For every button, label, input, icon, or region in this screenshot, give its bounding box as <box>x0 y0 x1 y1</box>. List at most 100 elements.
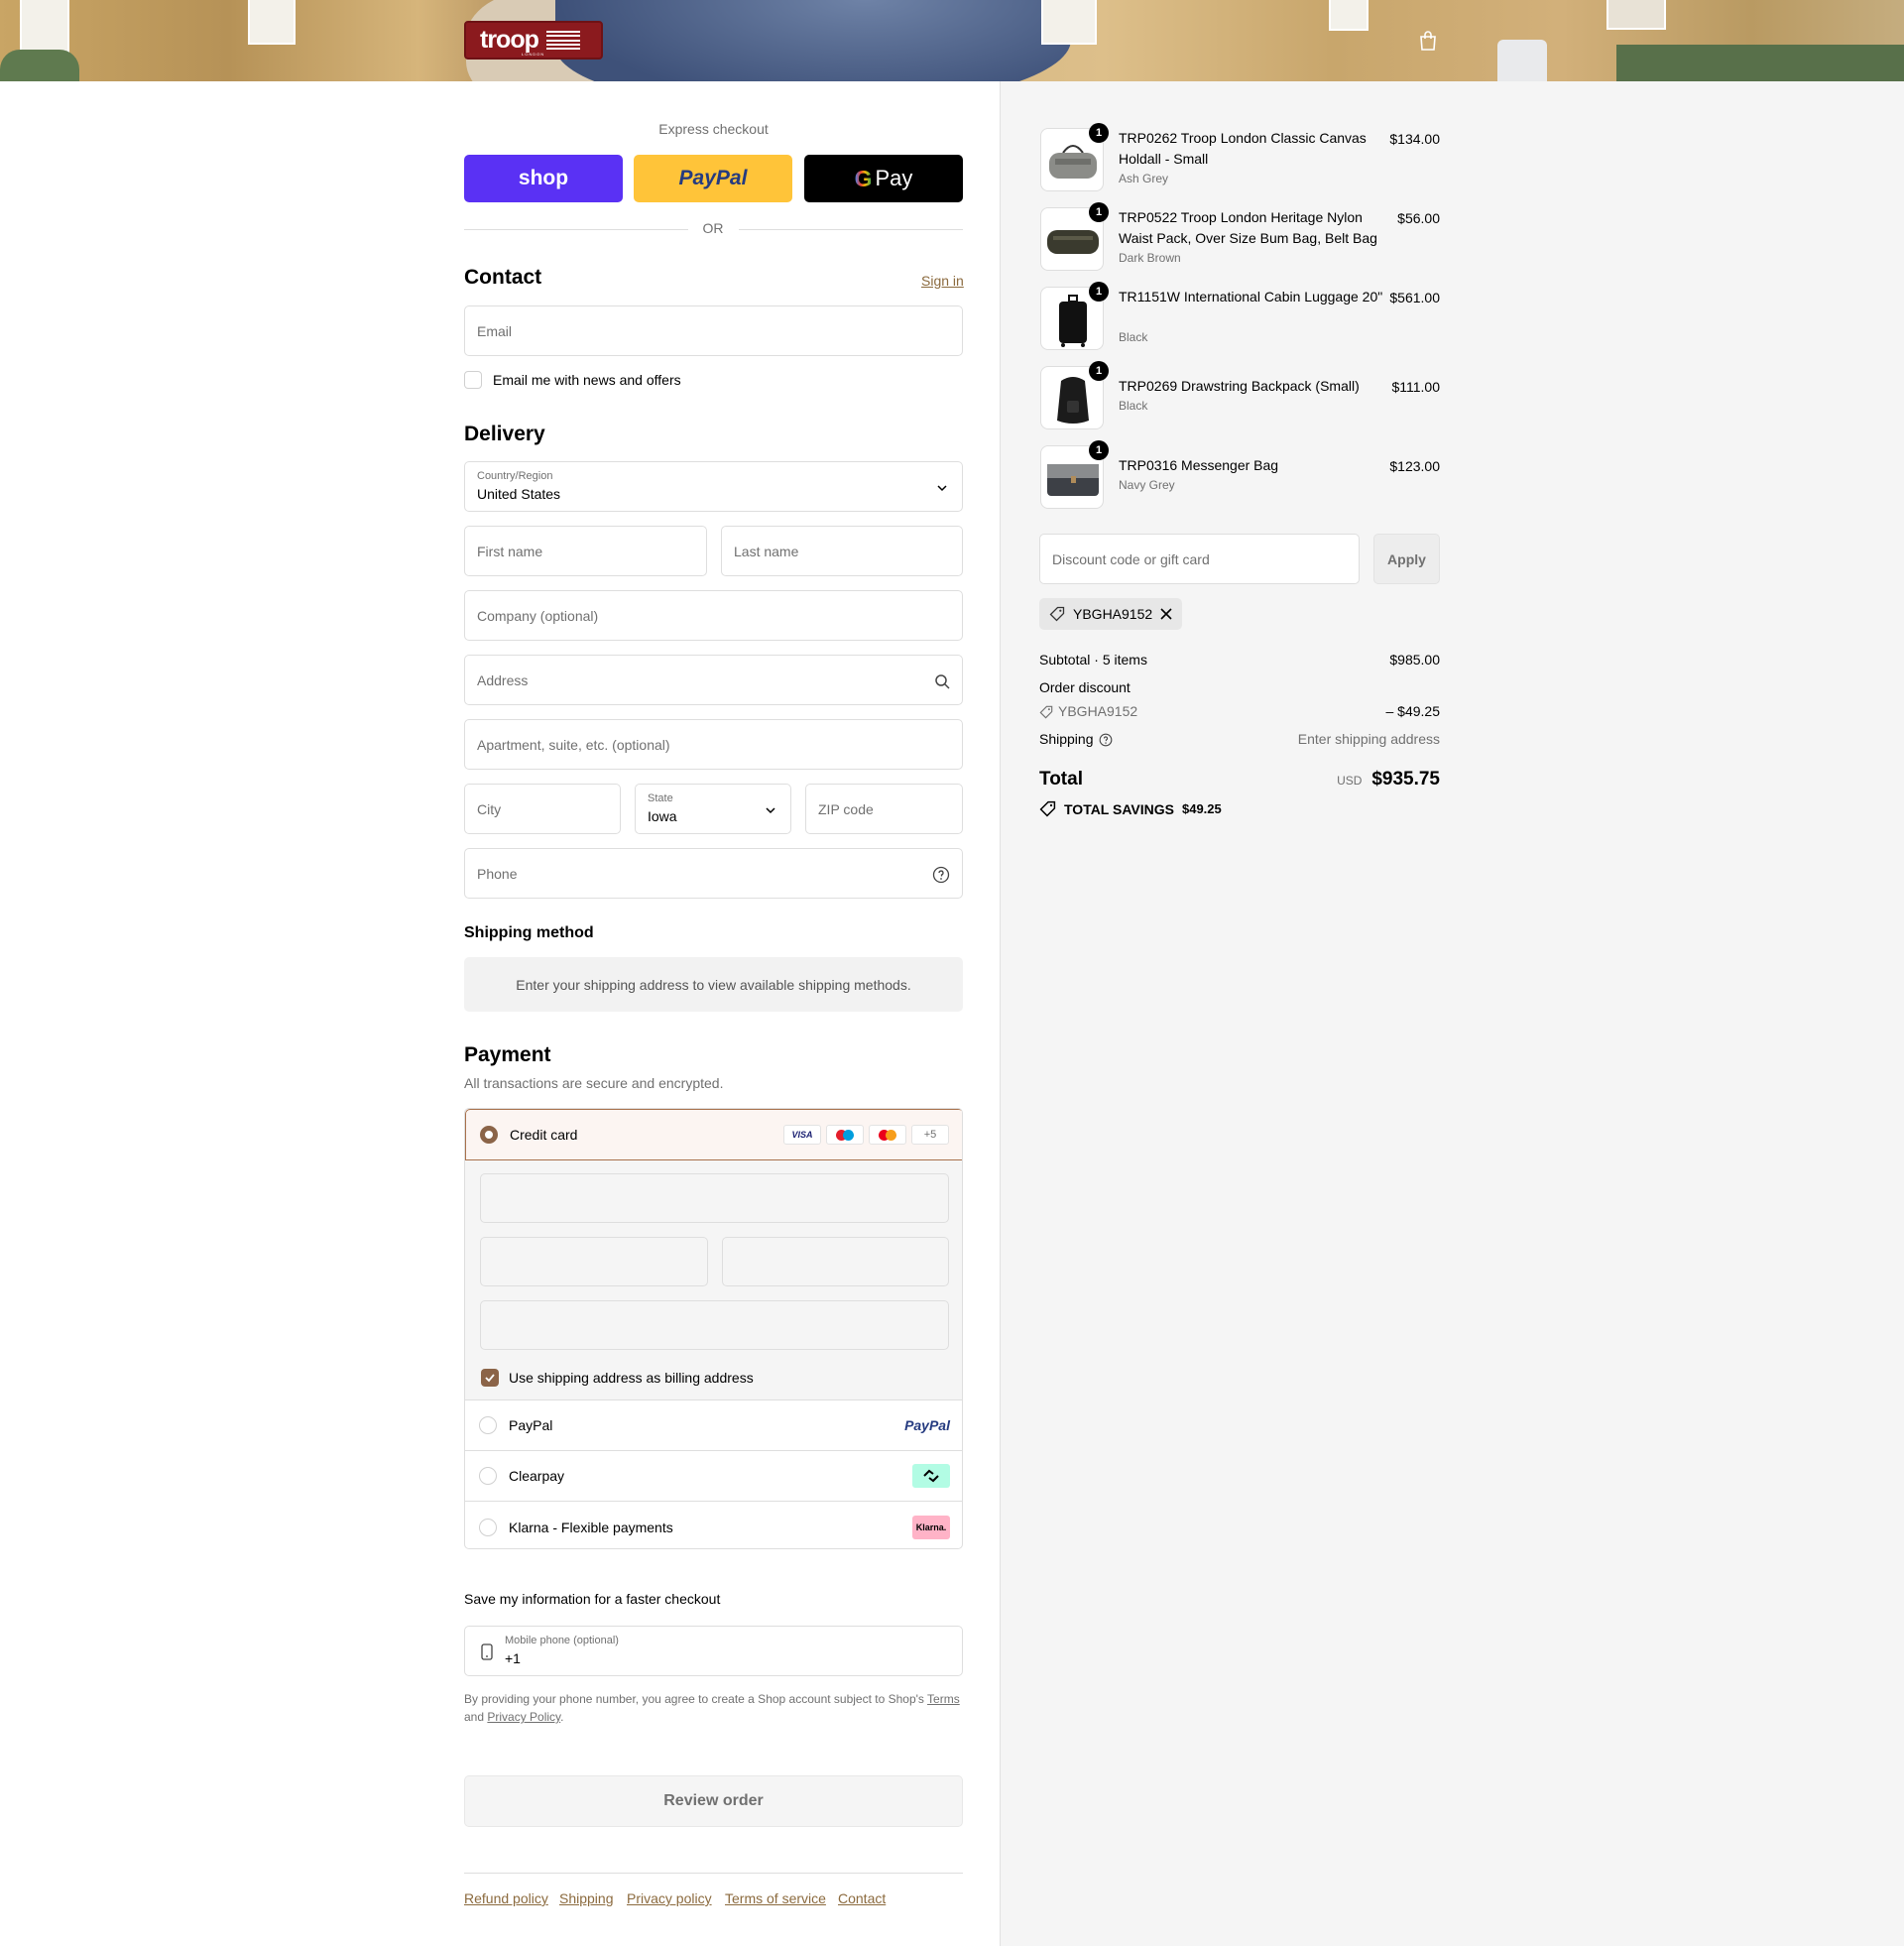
subtotal-value: $985.00 <box>1389 652 1440 668</box>
product-image: 1 <box>1040 440 1109 509</box>
credit-card-radio[interactable] <box>480 1126 498 1144</box>
product-image: 1 <box>1040 123 1109 191</box>
billing-checkbox[interactable] <box>481 1369 499 1387</box>
address-placeholder: Address <box>477 671 529 688</box>
tag-icon <box>1049 606 1065 622</box>
paypal-express-label: PayPal <box>678 167 748 189</box>
review-order-button[interactable]: Review order <box>464 1775 963 1827</box>
state-select[interactable]: State Iowa <box>635 784 791 834</box>
shipping-label: Shipping <box>1039 731 1094 747</box>
sign-in-link[interactable]: Sign in <box>921 273 964 289</box>
paypal-radio[interactable] <box>479 1416 497 1434</box>
zip-placeholder: ZIP code <box>818 800 874 817</box>
item-variant: Black <box>1119 399 1148 413</box>
clearpay-option[interactable]: Clearpay <box>465 1451 962 1502</box>
shop-pay-button[interactable]: shop <box>464 155 623 202</box>
address-field[interactable]: Address <box>464 655 963 705</box>
phone-field[interactable]: Phone <box>464 848 963 899</box>
card-fields-area: Use shipping address as billing address <box>465 1160 962 1400</box>
klarna-radio[interactable] <box>479 1518 497 1536</box>
troop-logo[interactable]: troop LONDON <box>464 21 603 60</box>
discount-chip-code: YBGHA9152 <box>1073 606 1153 622</box>
contact-heading: Contact <box>464 266 542 289</box>
item-variant: Dark Brown <box>1119 251 1181 265</box>
banner-hedge <box>1616 45 1904 81</box>
close-icon[interactable] <box>1160 608 1172 620</box>
email-field[interactable]: Email <box>464 305 963 356</box>
privacy-policy-link[interactable]: Privacy Policy <box>487 1710 560 1724</box>
card-expiry-field[interactable] <box>480 1237 708 1286</box>
card-number-field[interactable] <box>480 1173 949 1223</box>
zip-field[interactable]: ZIP code <box>805 784 963 834</box>
newsletter-label: Email me with news and offers <box>493 372 681 388</box>
city-placeholder: City <box>477 800 502 817</box>
google-pay-button[interactable]: G Pay <box>804 155 963 202</box>
banner-window <box>1329 0 1368 31</box>
newsletter-checkbox[interactable] <box>464 371 482 389</box>
card-cvv-field[interactable] <box>722 1237 949 1286</box>
first-name-field[interactable]: First name <box>464 526 707 576</box>
state-value: Iowa <box>648 808 677 824</box>
last-name-placeholder: Last name <box>734 543 799 559</box>
paypal-option[interactable]: PayPal PayPal <box>465 1400 962 1451</box>
state-label: State <box>648 792 673 804</box>
item-variant: Black <box>1119 330 1148 344</box>
credit-card-label: Credit card <box>510 1127 578 1143</box>
discount-code-label: YBGHA9152 <box>1058 703 1138 719</box>
city-field[interactable]: City <box>464 784 621 834</box>
logo-text: troop <box>480 26 539 54</box>
checkmark-icon <box>485 1374 495 1383</box>
paypal-express-button[interactable]: PayPal <box>634 155 792 202</box>
legal-end: . <box>560 1710 564 1724</box>
item-name: TR1151W International Cabin Luggage 20" <box>1119 289 1383 304</box>
help-circle-icon[interactable] <box>932 866 950 884</box>
review-order-label: Review order <box>663 1792 764 1809</box>
mobile-phone-field[interactable]: Mobile phone (optional) +1 <box>464 1626 963 1676</box>
help-circle-icon[interactable] <box>1099 733 1113 747</box>
clearpay-radio[interactable] <box>479 1467 497 1485</box>
save-info-heading: Save my information for a faster checkou… <box>464 1591 721 1607</box>
apply-discount-button[interactable]: Apply <box>1373 534 1440 584</box>
google-g-icon: G <box>854 165 873 191</box>
banner-window <box>1606 0 1666 30</box>
total-savings-row: TOTAL SAVINGS $49.25 <box>1039 800 1222 817</box>
shipping-policy-link[interactable]: Shipping <box>559 1890 614 1906</box>
order-summary-panel <box>1000 81 1904 1946</box>
shopping-bag-icon[interactable] <box>1418 30 1438 52</box>
subtotal-row: Subtotal · 5 items $985.00 <box>1039 652 1440 668</box>
banner-window <box>248 0 296 45</box>
contact-link[interactable]: Contact <box>838 1890 886 1906</box>
item-price: $134.00 <box>1389 131 1440 147</box>
terms-of-service-link[interactable]: Terms of service <box>725 1890 826 1906</box>
klarna-option[interactable]: Klarna - Flexible payments Klarna. <box>465 1502 962 1548</box>
card-name-field[interactable] <box>480 1300 949 1350</box>
apartment-field[interactable]: Apartment, suite, etc. (optional) <box>464 719 963 770</box>
quantity-badge: 1 <box>1089 202 1109 222</box>
last-name-field[interactable]: Last name <box>721 526 963 576</box>
first-name-placeholder: First name <box>477 543 543 559</box>
discount-code-field[interactable]: Discount code or gift card <box>1039 534 1360 584</box>
subtotal-label: Subtotal · 5 items <box>1039 652 1147 668</box>
terms-link[interactable]: Terms <box>927 1692 960 1706</box>
order-discount-label: Order discount <box>1039 679 1130 695</box>
tag-icon <box>1039 800 1056 817</box>
refund-policy-link[interactable]: Refund policy <box>464 1890 548 1906</box>
banner-window <box>1041 0 1097 45</box>
country-select[interactable]: Country/Region United States <box>464 461 963 512</box>
company-field[interactable]: Company (optional) <box>464 590 963 641</box>
klarna-label: Klarna - Flexible payments <box>509 1519 673 1535</box>
clearpay-logo-icon <box>912 1464 950 1488</box>
discount-value: – $49.25 <box>1385 703 1441 719</box>
payment-subtitle: All transactions are secure and encrypte… <box>464 1075 724 1091</box>
shipping-value: Enter shipping address <box>1297 731 1440 747</box>
visa-icon: VISA <box>783 1125 821 1145</box>
discount-placeholder: Discount code or gift card <box>1052 550 1210 567</box>
express-checkout-label: Express checkout <box>658 121 769 137</box>
footer-divider <box>464 1873 963 1874</box>
google-pay-label: Pay <box>875 166 913 190</box>
apartment-placeholder: Apartment, suite, etc. (optional) <box>477 736 670 753</box>
header-banner <box>0 0 1904 81</box>
credit-card-option[interactable]: Credit card VISA +5 <box>465 1109 962 1160</box>
privacy-policy-footer-link[interactable]: Privacy policy <box>627 1890 712 1906</box>
shipping-row: Shipping Enter shipping address <box>1039 731 1440 747</box>
